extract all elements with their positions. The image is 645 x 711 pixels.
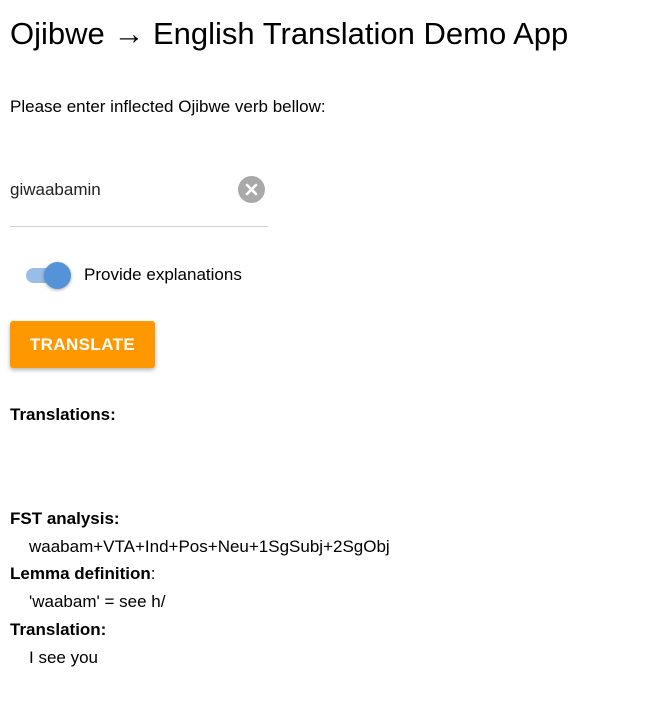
explanations-toggle-row: Provide explanations (26, 261, 242, 289)
lemma-definition-value: 'waabam' = see h/ (29, 592, 166, 611)
fst-analysis-heading: FST analysis: (10, 509, 120, 528)
fst-analysis-value: waabam+VTA+Ind+Pos+Neu+1SgSubj+2SgObj (29, 537, 390, 556)
lemma-definition-line: Lemma definition: (10, 563, 155, 585)
clear-icon[interactable] (238, 176, 265, 203)
translations-heading: Translations: (10, 405, 116, 424)
page-title: Ojibwe → English Translation Demo App (10, 16, 569, 51)
translate-button[interactable]: TRANSLATE (10, 321, 155, 368)
verb-input-field (10, 170, 268, 227)
verb-input[interactable] (10, 178, 230, 202)
toggle-knob (44, 262, 71, 289)
explanations-toggle[interactable] (26, 261, 72, 289)
translation-value: I see you (29, 648, 98, 667)
lemma-definition-colon: : (150, 564, 156, 583)
lemma-definition-heading: Lemma definition (10, 564, 151, 583)
explanations-toggle-label[interactable]: Provide explanations (84, 264, 242, 286)
translation-heading: Translation: (10, 620, 107, 639)
input-prompt: Please enter inflected Ojibwe verb bello… (10, 97, 326, 116)
